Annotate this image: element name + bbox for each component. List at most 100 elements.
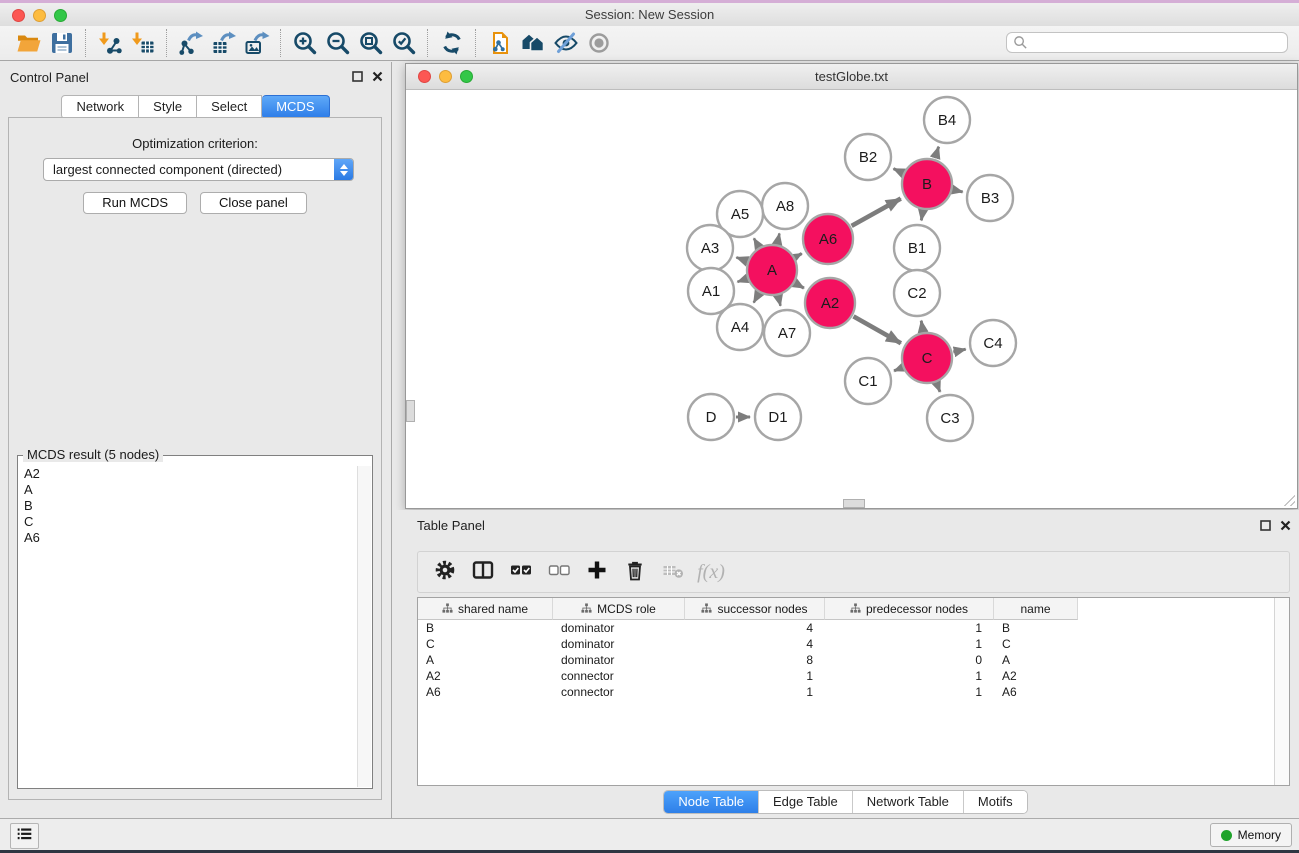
edge-A-A3[interactable] bbox=[736, 257, 746, 261]
mcds-result-item[interactable]: A6 bbox=[19, 530, 357, 546]
tab-select[interactable]: Select bbox=[197, 95, 262, 119]
cell-predecessor-nodes[interactable]: 1 bbox=[825, 684, 994, 700]
function-builder-button[interactable]: f(x) bbox=[694, 555, 728, 589]
tab-mcds[interactable]: MCDS bbox=[262, 95, 329, 119]
edge-A-A8[interactable] bbox=[777, 233, 779, 243]
column-header-successor-nodes[interactable]: successor nodes bbox=[685, 598, 825, 620]
cell-shared-name[interactable]: A bbox=[418, 652, 553, 668]
cell-shared-name[interactable]: A2 bbox=[418, 668, 553, 684]
edge-B-B1[interactable] bbox=[921, 211, 923, 221]
mcds-result-item[interactable]: C bbox=[19, 514, 357, 530]
edge-C-C1[interactable] bbox=[894, 368, 902, 371]
cell-MCDS-role[interactable]: dominator bbox=[553, 636, 685, 652]
network-window-titlebar[interactable]: testGlobe.txt bbox=[406, 64, 1297, 90]
float-table-panel-icon[interactable] bbox=[1260, 520, 1271, 531]
cell-predecessor-nodes[interactable]: 1 bbox=[825, 636, 994, 652]
edge-C-C4[interactable] bbox=[953, 349, 965, 352]
table-scrollbar[interactable] bbox=[1274, 598, 1289, 785]
cell-MCDS-role[interactable]: connector bbox=[553, 668, 685, 684]
tab-style[interactable]: Style bbox=[139, 95, 197, 119]
table-row[interactable]: Cdominator41C bbox=[418, 636, 1275, 652]
cell-successor-nodes[interactable]: 1 bbox=[685, 684, 825, 700]
overview-handle-left[interactable] bbox=[406, 400, 415, 422]
node-A7[interactable]: A7 bbox=[764, 310, 810, 356]
toggle-column-button[interactable] bbox=[466, 555, 500, 589]
edge-B-B3[interactable] bbox=[953, 190, 962, 192]
edge-A6-B[interactable] bbox=[852, 199, 901, 226]
edge-A-A6[interactable] bbox=[796, 254, 802, 257]
node-A[interactable]: A bbox=[747, 245, 797, 295]
cell-successor-nodes[interactable]: 4 bbox=[685, 636, 825, 652]
save-session-button[interactable] bbox=[45, 27, 78, 59]
export-table-button[interactable] bbox=[207, 27, 240, 59]
zoom-out-button[interactable] bbox=[321, 27, 354, 59]
node-C4[interactable]: C4 bbox=[970, 320, 1016, 366]
cell-shared-name[interactable]: C bbox=[418, 636, 553, 652]
mcds-result-scrollbar[interactable] bbox=[357, 466, 371, 787]
show-hidden-button[interactable] bbox=[582, 27, 615, 59]
edge-A-A2[interactable] bbox=[795, 283, 803, 288]
edge-C-C3[interactable] bbox=[937, 383, 940, 392]
mcds-result-item[interactable]: B bbox=[19, 498, 357, 514]
import-network-button[interactable] bbox=[93, 27, 126, 59]
node-B1[interactable]: B1 bbox=[894, 225, 940, 271]
edge-A-A5[interactable] bbox=[754, 238, 759, 246]
table-row[interactable]: Adominator80A bbox=[418, 652, 1275, 668]
table-settings-button[interactable] bbox=[428, 555, 462, 589]
overview-handle-bottom[interactable] bbox=[843, 499, 865, 508]
zoom-fit-button[interactable] bbox=[354, 27, 387, 59]
node-A8[interactable]: A8 bbox=[762, 183, 808, 229]
node-B2[interactable]: B2 bbox=[845, 134, 891, 180]
edge-A-A4[interactable] bbox=[754, 294, 759, 303]
edge-B-B2[interactable] bbox=[893, 169, 902, 173]
cell-shared-name[interactable]: A6 bbox=[418, 684, 553, 700]
cell-predecessor-nodes[interactable]: 0 bbox=[825, 652, 994, 668]
column-header-predecessor-nodes[interactable]: predecessor nodes bbox=[825, 598, 994, 620]
node-A6[interactable]: A6 bbox=[803, 214, 853, 264]
cell-successor-nodes[interactable]: 4 bbox=[685, 620, 825, 636]
cell-MCDS-role[interactable]: dominator bbox=[553, 652, 685, 668]
table-row[interactable]: A6connector11A6 bbox=[418, 684, 1275, 700]
cell-name[interactable]: A bbox=[994, 652, 1078, 668]
mcds-result-item[interactable]: A2 bbox=[19, 466, 357, 482]
cell-name[interactable]: A6 bbox=[994, 684, 1078, 700]
column-header-shared-name[interactable]: shared name bbox=[418, 598, 553, 620]
hide-selected-button[interactable] bbox=[549, 27, 582, 59]
zoom-in-button[interactable] bbox=[288, 27, 321, 59]
tab-network[interactable]: Network bbox=[61, 95, 139, 119]
column-header-MCDS-role[interactable]: MCDS role bbox=[553, 598, 685, 620]
node-C[interactable]: C bbox=[902, 333, 952, 383]
cell-predecessor-nodes[interactable]: 1 bbox=[825, 668, 994, 684]
export-image-button[interactable] bbox=[240, 27, 273, 59]
node-C3[interactable]: C3 bbox=[927, 395, 973, 441]
float-panel-icon[interactable] bbox=[352, 71, 363, 82]
edge-A2-C[interactable] bbox=[853, 316, 900, 343]
node-B[interactable]: B bbox=[902, 159, 952, 209]
task-history-button[interactable] bbox=[10, 823, 39, 849]
node-B3[interactable]: B3 bbox=[967, 175, 1013, 221]
tab-edge-table[interactable]: Edge Table bbox=[758, 791, 852, 813]
node-A2[interactable]: A2 bbox=[805, 278, 855, 328]
cell-MCDS-role[interactable]: connector bbox=[553, 684, 685, 700]
memory-button[interactable]: Memory bbox=[1210, 823, 1292, 847]
import-table-button[interactable] bbox=[126, 27, 159, 59]
cell-name[interactable]: C bbox=[994, 636, 1078, 652]
mcds-result-item[interactable]: A bbox=[19, 482, 357, 498]
edge-A-A1[interactable] bbox=[737, 279, 746, 282]
node-D1[interactable]: D1 bbox=[755, 394, 801, 440]
edge-C-C2[interactable] bbox=[921, 321, 923, 332]
cell-successor-nodes[interactable]: 1 bbox=[685, 668, 825, 684]
node-C2[interactable]: C2 bbox=[894, 270, 940, 316]
tab-network-table[interactable]: Network Table bbox=[852, 791, 963, 813]
cell-predecessor-nodes[interactable]: 1 bbox=[825, 620, 994, 636]
table-row[interactable]: A2connector11A2 bbox=[418, 668, 1275, 684]
deselect-all-button[interactable] bbox=[542, 555, 576, 589]
delete-table-button[interactable] bbox=[656, 555, 690, 589]
close-table-panel-icon[interactable] bbox=[1280, 520, 1291, 531]
add-row-button[interactable] bbox=[580, 555, 614, 589]
node-A3[interactable]: A3 bbox=[687, 225, 733, 271]
cell-MCDS-role[interactable]: dominator bbox=[553, 620, 685, 636]
tab-motifs[interactable]: Motifs bbox=[963, 791, 1027, 813]
export-network-button[interactable] bbox=[174, 27, 207, 59]
node-C1[interactable]: C1 bbox=[845, 358, 891, 404]
